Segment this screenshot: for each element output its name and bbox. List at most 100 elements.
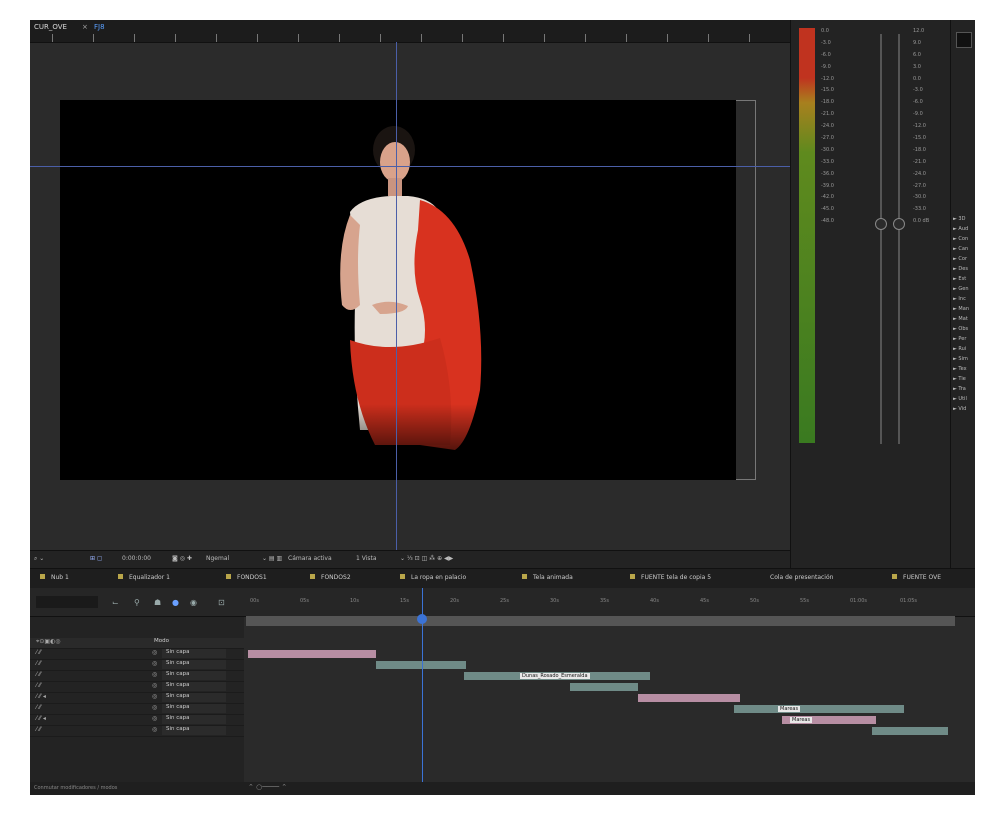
layer-row[interactable]: ⁄ ⁄⁄ ◂ ◎ Sin capa	[30, 693, 244, 704]
ruler-tick	[339, 34, 340, 42]
ruler-tick	[708, 34, 709, 42]
layer-clip[interactable]: Mareas	[782, 716, 876, 724]
layer-row[interactable]: ⁄ ⁄⁄ ◎ Sin capa	[30, 660, 244, 671]
quality-dropdown[interactable]: Ngemal	[206, 555, 229, 562]
tab-composition[interactable]: Cola de presentación	[770, 574, 833, 581]
toggle-switches-modes-label[interactable]: Conmutar modificadores / modos	[34, 785, 117, 791]
layer-row[interactable]: ⁄ ⁄⁄ ◎ Sin capa	[30, 682, 244, 693]
effect-category-item[interactable]: ► Tex	[953, 366, 967, 372]
timeline-track-area[interactable]: 00s 05s 10s 15s 20s 25s 30s 35s 40s 45s …	[244, 588, 975, 795]
tab-composition[interactable]: Equalizador 1	[118, 574, 170, 581]
mode-column-header: Modo	[154, 638, 169, 644]
visibility-icon[interactable]: ◎	[152, 726, 157, 733]
color-swatch[interactable]	[956, 32, 972, 48]
layer-clip[interactable]	[638, 694, 740, 702]
composition-canvas[interactable]	[60, 100, 736, 480]
effect-category-item[interactable]: ► Util	[953, 396, 967, 402]
snapshot-icon[interactable]: ◙ ◎ ✚	[172, 555, 192, 562]
effect-category-item[interactable]: ► Tie	[953, 376, 966, 382]
effect-category-item[interactable]: ► Obs	[953, 326, 968, 332]
mode-dropdown[interactable]: Sin capa	[162, 671, 226, 680]
left-volume-slider-track[interactable]	[880, 34, 882, 444]
tab-composition[interactable]: FUENTE OVE	[892, 574, 941, 581]
effect-category-item[interactable]: ► 3D	[953, 216, 965, 222]
layer-search-input[interactable]	[36, 596, 98, 608]
camera-dropdown[interactable]: Cámara activa	[288, 555, 332, 562]
layer-row[interactable]: ⁄ ⁄⁄ ◂ ◎ Sin capa	[30, 715, 244, 726]
draft-3d-icon[interactable]: ⚲	[134, 598, 140, 607]
magnifier-icon[interactable]: ⌕ ⌄	[34, 555, 44, 563]
effect-category-item[interactable]: ► Vid	[953, 406, 966, 412]
visibility-icon[interactable]: ◎	[152, 704, 157, 711]
effect-category-item[interactable]: ► Tra	[953, 386, 966, 392]
tab-composition[interactable]: FUENTE tela de copia 5	[630, 574, 711, 581]
left-volume-knob[interactable]	[875, 218, 887, 230]
visibility-icon[interactable]: ◎	[152, 682, 157, 689]
effect-category-item[interactable]: ► Des	[953, 266, 968, 272]
right-volume-slider-track[interactable]	[898, 34, 900, 444]
shy-icon[interactable]: ☗	[154, 598, 161, 607]
effect-category-item[interactable]: ► Can	[953, 246, 968, 252]
layer-clip[interactable]	[570, 683, 638, 691]
tab-composition[interactable]: FONDOS1	[226, 574, 267, 581]
mode-dropdown[interactable]: Sin capa	[162, 715, 226, 724]
comp-flow-icon[interactable]: ⌙	[112, 598, 119, 607]
effect-category-item[interactable]: ► Rui	[953, 346, 966, 352]
layer-clip[interactable]	[376, 661, 466, 669]
visibility-icon[interactable]: ◎	[152, 715, 157, 722]
visibility-icon[interactable]: ◎	[152, 660, 157, 667]
layer-row[interactable]: ⁄ ⁄⁄ ◎ Sin capa	[30, 649, 244, 660]
tab-composition[interactable]: La ropa en palacio	[400, 574, 466, 581]
tab-composition[interactable]: FONDOS2	[310, 574, 351, 581]
right-volume-knob[interactable]	[893, 218, 905, 230]
effect-category-item[interactable]: ► Cor	[953, 256, 967, 262]
view-options-icons[interactable]: ⌄ ⅓ ⊡ ◫ ⁂ ⊕ ◀▶	[400, 555, 453, 562]
mode-dropdown[interactable]: Sin capa	[162, 649, 226, 658]
region-icon[interactable]: ⊞ ▢	[90, 555, 103, 562]
horizontal-guide-line[interactable]	[30, 166, 790, 167]
grid-icon[interactable]: ⌄ ▤ ▥	[262, 555, 282, 562]
vertical-guide-line[interactable]	[396, 42, 397, 550]
close-icon[interactable]: ×	[82, 23, 88, 31]
visibility-icon[interactable]: ◎	[152, 649, 157, 656]
layer-row[interactable]: ⁄ ⁄⁄ ◎ Sin capa	[30, 704, 244, 715]
viewer-tab-name[interactable]: CUR_OVE	[34, 23, 67, 31]
composition-viewer[interactable]: CUR_OVE × FJ8	[30, 20, 790, 550]
audio-level-meter	[799, 28, 815, 443]
layer-clip[interactable]: Dunas_Rosado_Esmeralda	[464, 672, 650, 680]
layer-row[interactable]: ⁄ ⁄⁄ ◎ Sin capa	[30, 726, 244, 737]
effect-category-item[interactable]: ► Con	[953, 236, 968, 242]
effect-category-item[interactable]: ► Sim	[953, 356, 968, 362]
effect-category-item[interactable]: ► Est	[953, 276, 966, 282]
motion-blur-icon[interactable]: ◉	[190, 598, 197, 607]
effect-category-item[interactable]: ► Mat	[953, 316, 968, 322]
mode-dropdown[interactable]: Sin capa	[162, 660, 226, 669]
effect-category-item[interactable]: ► Gen	[953, 286, 969, 292]
layer-clip[interactable]: Mareas	[734, 705, 904, 713]
tab-composition[interactable]: Nub 1	[40, 574, 69, 581]
effect-category-item[interactable]: ► Aud	[953, 226, 968, 232]
mode-dropdown[interactable]: Sin capa	[162, 726, 226, 735]
graph-editor-icon[interactable]: ⊡	[218, 598, 225, 607]
mode-dropdown[interactable]: Sin capa	[162, 693, 226, 702]
effect-category-item[interactable]: ► Per	[953, 336, 966, 342]
layer-clip[interactable]	[872, 727, 948, 735]
layer-clip[interactable]	[248, 650, 376, 658]
view-layout-dropdown[interactable]: 1 Vista	[356, 555, 377, 562]
timecode-display[interactable]: 0:00:0:00	[122, 555, 151, 562]
audio-panel: 0.0 -3.0 -6.0 -9.0 -12.0 -15.0 -18.0 -21.0 -24…	[790, 20, 951, 568]
playhead-handle[interactable]	[417, 614, 427, 624]
effect-category-item[interactable]: ► Man	[953, 306, 969, 312]
time-ruler[interactable]: 00s 05s 10s 15s 20s 25s 30s 35s 40s 45s …	[244, 588, 975, 617]
zoom-slider[interactable]: ⌃ ○──── ⌃	[248, 783, 287, 791]
visibility-icon[interactable]: ◎	[152, 671, 157, 678]
mode-dropdown[interactable]: Sin capa	[162, 704, 226, 713]
ruler-tick	[257, 34, 258, 42]
frame-blend-icon[interactable]: ●	[172, 598, 179, 607]
mode-dropdown[interactable]: Sin capa	[162, 682, 226, 691]
tab-composition[interactable]: Tela animada	[522, 574, 573, 581]
layer-row[interactable]: ⁄ ⁄⁄ ◎ Sin capa	[30, 671, 244, 682]
visibility-icon[interactable]: ◎	[152, 693, 157, 700]
work-area-bar[interactable]	[246, 616, 955, 626]
effect-category-item[interactable]: ► Inc	[953, 296, 966, 302]
